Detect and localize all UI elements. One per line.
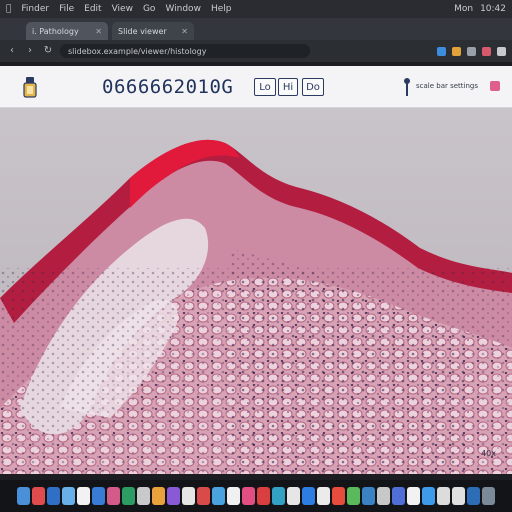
tab-label: Slide viewer <box>118 26 167 36</box>
menubar-app-name[interactable]: Finder <box>21 4 49 14</box>
app-icon[interactable] <box>362 487 375 505</box>
app-icon[interactable] <box>302 487 315 505</box>
menu-file[interactable]: File <box>59 4 74 14</box>
extension-icon[interactable] <box>452 46 461 56</box>
tissue-image <box>0 108 512 474</box>
app-icon[interactable] <box>122 487 135 505</box>
close-icon[interactable]: ✕ <box>181 27 188 36</box>
browser-tab-bar: i. Pathology ✕ Slide viewer ✕ <box>0 18 512 40</box>
app-icon[interactable] <box>242 487 255 505</box>
browser-address-bar: ‹ › ↻ slidebox.example/viewer/histology <box>0 40 512 62</box>
app-icon[interactable] <box>47 487 60 505</box>
app-dock <box>0 480 512 512</box>
app-icon[interactable] <box>92 487 105 505</box>
url-field[interactable]: slidebox.example/viewer/histology <box>60 44 310 58</box>
profile-icon[interactable] <box>497 46 506 56</box>
menu-window[interactable]: Window <box>165 4 201 14</box>
forward-icon[interactable]: › <box>24 45 36 57</box>
app-icon[interactable] <box>167 487 180 505</box>
low-zoom-button[interactable]: Lo <box>254 78 276 96</box>
reload-icon[interactable]: ↻ <box>42 45 54 57</box>
high-zoom-button[interactable]: Hi <box>278 78 298 96</box>
app-icon[interactable] <box>332 487 345 505</box>
app-icon[interactable] <box>227 487 240 505</box>
app-icon[interactable] <box>467 487 480 505</box>
tab-pathology[interactable]: i. Pathology ✕ <box>26 22 108 40</box>
system-menubar:  Finder File Edit View Go Window Help M… <box>0 0 512 18</box>
menu-edit[interactable]: Edit <box>84 4 101 14</box>
close-icon[interactable]: ✕ <box>95 27 102 36</box>
apple-icon[interactable]:  <box>6 4 11 14</box>
app-icon[interactable] <box>182 487 195 505</box>
app-icon[interactable] <box>32 487 45 505</box>
app-icon[interactable] <box>437 487 450 505</box>
menu-go[interactable]: Go <box>143 4 155 14</box>
app-icon[interactable] <box>197 487 210 505</box>
app-icon[interactable] <box>347 487 360 505</box>
viewer-toolbar: 0666662010G Lo Hi Do scale bar settings <box>0 66 512 108</box>
back-icon[interactable]: ‹ <box>6 45 18 57</box>
tab-label: i. Pathology <box>32 26 79 36</box>
menu-help[interactable]: Help <box>211 4 232 14</box>
app-icon[interactable] <box>422 487 435 505</box>
color-swatch[interactable] <box>490 81 500 91</box>
slide-viewer: 0666662010G Lo Hi Do scale bar settings <box>0 66 512 474</box>
finder-icon[interactable] <box>17 487 30 505</box>
app-icon[interactable] <box>212 487 225 505</box>
app-icon[interactable] <box>317 487 330 505</box>
menu-view[interactable]: View <box>112 4 133 14</box>
pin-icon[interactable] <box>402 77 412 97</box>
magnification-label: 40x <box>481 449 496 458</box>
extension-icon[interactable] <box>482 46 491 56</box>
tissue-slide[interactable]: 40x <box>0 108 512 474</box>
tab-slide-viewer[interactable]: Slide viewer ✕ <box>112 22 194 40</box>
app-icon[interactable] <box>272 487 285 505</box>
app-icon[interactable] <box>107 487 120 505</box>
app-icon[interactable] <box>452 487 465 505</box>
app-icon[interactable] <box>257 487 270 505</box>
app-icon[interactable] <box>287 487 300 505</box>
status-day: Mon <box>454 4 474 14</box>
extension-icon[interactable] <box>467 46 476 56</box>
slide-id: 0666662010G <box>102 76 234 98</box>
status-time: 10:42 <box>480 4 506 14</box>
app-icon[interactable] <box>407 487 420 505</box>
scale-settings[interactable]: scale bar settings <box>416 82 478 90</box>
app-icon[interactable] <box>392 487 405 505</box>
app-icon[interactable] <box>77 487 90 505</box>
download-button[interactable]: Do <box>302 78 324 96</box>
menubar-status: Mon 10:42 <box>454 4 506 14</box>
extension-icon[interactable] <box>437 46 446 56</box>
app-icon[interactable] <box>377 487 390 505</box>
trash-icon[interactable] <box>482 487 495 505</box>
app-icon[interactable] <box>152 487 165 505</box>
extension-icons <box>437 46 506 56</box>
app-icon[interactable] <box>137 487 150 505</box>
home-icon[interactable] <box>22 76 38 98</box>
app-icon[interactable] <box>62 487 75 505</box>
